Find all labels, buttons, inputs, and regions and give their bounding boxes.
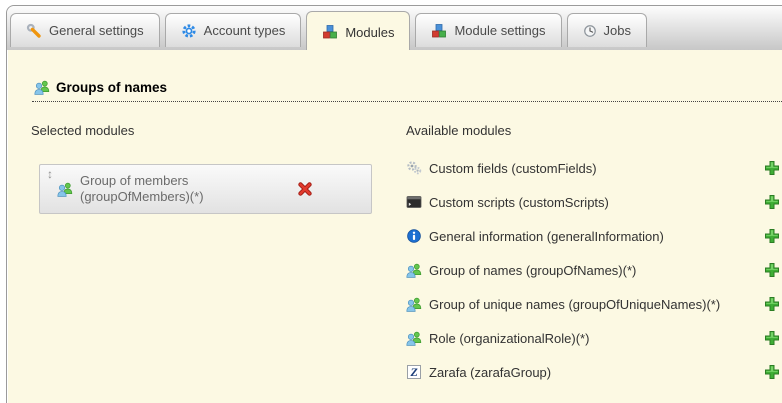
group-icon [34,79,50,95]
module-label: Custom fields (customFields) [429,161,597,176]
add-icon[interactable] [764,228,780,244]
module-label: Role (organizationalRole)(*) [429,331,589,346]
available-module-row: Group of unique names (groupOfUniqueName… [406,295,780,313]
available-modules-heading: Available modules [406,123,780,138]
available-module-row: Zarafa (zarafaGroup) [406,363,780,381]
selected-modules-column: Selected modules ↕ Group of members (gro… [31,123,376,214]
wrench-icon [26,23,42,39]
group-icon [406,262,422,278]
add-icon[interactable] [764,262,780,278]
available-module-row: Group of names (groupOfNames)(*) [406,261,780,279]
tab-label: Modules [345,25,394,40]
add-icon[interactable] [764,160,780,176]
tab-label: General settings [49,23,144,38]
modules-icon [431,23,447,39]
available-module-row: Role (organizationalRole)(*) [406,329,780,347]
module-label: Custom scripts (customScripts) [429,195,609,210]
terminal-icon [406,194,422,210]
group-icon [406,296,422,312]
module-label: Group of unique names (groupOfUniqueName… [429,297,720,312]
config-window: General settings Account types Modules M… [0,0,782,403]
gears-icon [406,160,422,176]
group-icon [57,181,73,197]
tab-label: Jobs [604,23,631,38]
tab-general-settings[interactable]: General settings [10,13,160,47]
tab-account-types[interactable]: Account types [165,13,302,47]
info-icon [406,228,422,244]
available-modules-list: Custom fields (customFields) Custom scri… [406,159,780,381]
tab-bar: General settings Account types Modules M… [7,6,782,50]
gear-icon [181,23,197,39]
tabs-panel: General settings Account types Modules M… [6,5,782,403]
available-module-row: General information (generalInformation) [406,227,780,245]
tab-label: Account types [204,23,286,38]
remove-icon[interactable] [297,181,313,197]
group-icon [406,330,422,346]
add-icon[interactable] [764,194,780,210]
add-icon[interactable] [764,364,780,380]
tab-label: Module settings [454,23,545,38]
selected-modules-heading: Selected modules [31,123,376,138]
add-icon[interactable] [764,330,780,346]
module-label: General information (generalInformation) [429,229,664,244]
tab-modules[interactable]: Modules [306,11,410,52]
selected-module-item: ↕ Group of members (groupOfMembers)(*) [39,164,372,214]
tab-jobs[interactable]: Jobs [567,13,647,47]
available-modules-column: Available modules Custom fields (customF… [406,123,780,397]
section-header: Groups of names [32,77,782,102]
add-icon[interactable] [764,296,780,312]
drag-handle-icon[interactable]: ↕ [47,168,53,180]
modules-icon [322,24,338,40]
tab-module-settings[interactable]: Module settings [415,13,561,47]
module-label: Zarafa (zarafaGroup) [429,365,551,380]
modules-tab-content: Groups of names Selected modules ↕ Group… [8,50,782,403]
selected-module-label: Group of members (groupOfMembers)(*) [80,173,280,205]
section-title: Groups of names [56,80,167,95]
available-module-row: Custom scripts (customScripts) [406,193,780,211]
module-label: Group of names (groupOfNames)(*) [429,263,636,278]
zarafa-icon [406,364,422,380]
clock-icon [583,24,597,38]
available-module-row: Custom fields (customFields) [406,159,780,177]
